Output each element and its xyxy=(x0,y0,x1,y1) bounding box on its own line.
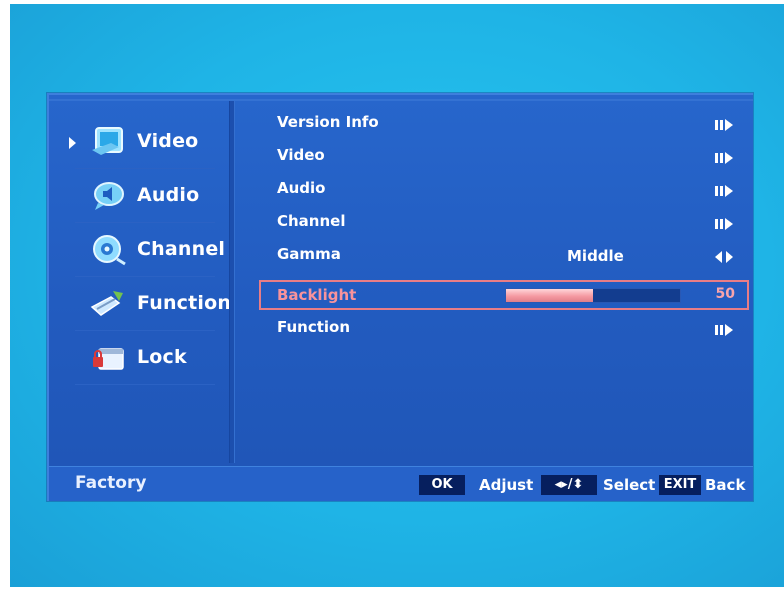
menu-item-gamma[interactable]: Gamma Middle xyxy=(267,239,737,269)
menu-item-label: Audio xyxy=(277,179,326,197)
select-hint-label: Select xyxy=(603,476,656,494)
menu-item-version-info[interactable]: Version Info xyxy=(267,107,737,137)
photo-frame-left xyxy=(0,0,10,592)
channel-icon xyxy=(93,235,126,266)
menu-item-function[interactable]: Function xyxy=(267,312,737,342)
menu-item-video[interactable]: Video xyxy=(267,140,737,170)
navigation-key-badge: ◂▸/⬍ xyxy=(541,475,597,495)
sidebar-item-label: Function xyxy=(137,292,232,314)
sidebar-item-channel[interactable]: Channel xyxy=(53,223,226,277)
lock-icon xyxy=(93,348,124,370)
video-icon xyxy=(92,127,123,155)
sidebar-item-audio[interactable]: Audio xyxy=(53,169,223,223)
menu-item-label: Backlight xyxy=(277,286,357,304)
sidebar-item-lock[interactable]: Lock xyxy=(53,331,223,385)
sidebar-divider xyxy=(229,101,235,463)
menu-item-label: Channel xyxy=(277,212,346,230)
menu-item-label: Function xyxy=(277,318,351,336)
sidebar-item-label: Video xyxy=(137,130,199,152)
menu-item-label: Video xyxy=(277,146,325,164)
audio-icon xyxy=(94,182,124,210)
gamma-value: Middle xyxy=(567,247,624,265)
ok-hint-label: Adjust xyxy=(479,476,534,494)
submenu-arrow-icon xyxy=(715,152,733,164)
menu-item-audio[interactable]: Audio xyxy=(267,173,737,203)
menu-item-label: Version Info xyxy=(277,113,379,131)
photo-frame-top xyxy=(0,0,784,4)
tv-osd-menu: Video Audio Channel Function Lock Versio… xyxy=(47,93,753,501)
sidebar-item-function[interactable]: Function xyxy=(53,277,231,331)
left-right-arrow-icon xyxy=(715,251,733,263)
submenu-arrow-icon xyxy=(715,185,733,197)
settings-list: Version Info Video Audio Channel Gamma M… xyxy=(259,107,749,367)
ok-key-badge: OK xyxy=(419,475,465,495)
sidebar-item-video[interactable]: Video xyxy=(53,115,223,169)
menu-item-backlight[interactable]: Backlight 50 xyxy=(259,280,749,310)
backlight-value: 50 xyxy=(715,286,735,302)
photo-frame-bottom xyxy=(0,587,784,592)
submenu-arrow-icon xyxy=(715,324,733,336)
backlight-slider-fill xyxy=(506,289,593,302)
menu-footer: Factory OK Adjust ◂▸/⬍ Select EXIT Back xyxy=(49,466,753,501)
sidebar-item-label: Audio xyxy=(137,184,200,206)
function-icon xyxy=(90,291,123,316)
menu-item-channel[interactable]: Channel xyxy=(267,206,737,236)
sidebar-item-label: Lock xyxy=(137,346,187,368)
backlight-slider[interactable] xyxy=(505,288,681,303)
back-hint-label: Back xyxy=(705,476,746,494)
sidebar-item-label: Channel xyxy=(137,238,226,260)
exit-key-badge: EXIT xyxy=(659,475,701,495)
submenu-arrow-icon xyxy=(715,218,733,230)
footer-title: Factory xyxy=(75,473,147,493)
menu-item-label: Gamma xyxy=(277,245,341,263)
category-sidebar: Video Audio Channel Function Lock xyxy=(53,101,231,463)
active-pointer-icon xyxy=(69,137,76,149)
submenu-arrow-icon xyxy=(715,119,733,131)
